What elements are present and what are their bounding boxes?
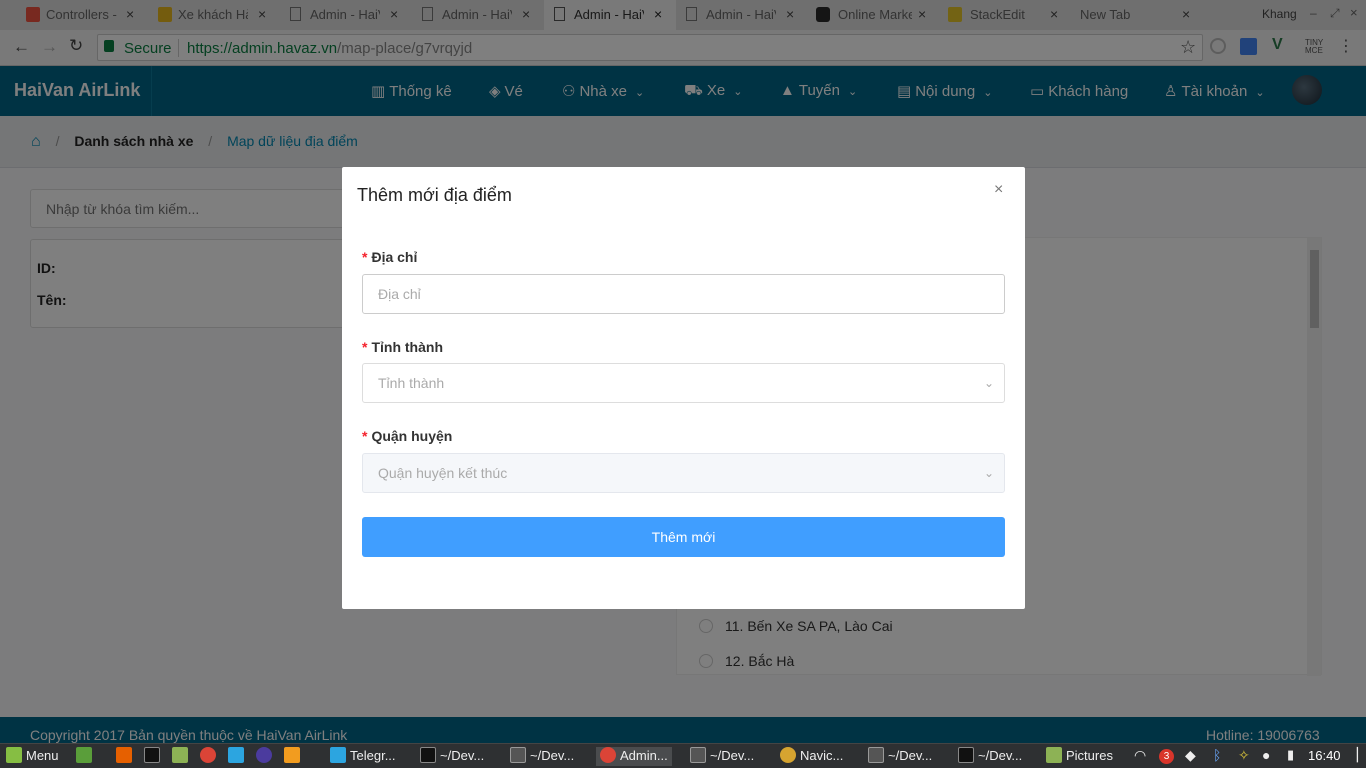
user-switch-icon[interactable]: ●: [1262, 747, 1270, 766]
start-menu-button[interactable]: Menu: [6, 747, 59, 766]
bluetooth-icon[interactable]: ᛒ: [1213, 747, 1221, 766]
terminal-icon: [420, 747, 436, 763]
terminal-icon: [958, 747, 974, 763]
firefox-icon: [116, 747, 132, 763]
desktop-icon: [76, 747, 92, 763]
telegram-icon: [330, 747, 346, 763]
sublime-launcher[interactable]: [284, 747, 304, 766]
window-label: ~/Dev...: [710, 748, 755, 763]
sublime-icon: [284, 747, 300, 763]
window-label: Admin...: [620, 748, 668, 763]
shield-icon[interactable]: ◆: [1185, 747, 1196, 766]
chrome-icon: [600, 747, 616, 763]
folder-icon: [172, 747, 188, 763]
address-label: * Địa chỉ: [362, 249, 417, 265]
window-label: Telegr...: [350, 748, 396, 763]
add-place-modal: Thêm mới địa điểm × *Địa chỉ *Tỉnh thành…: [342, 167, 1025, 609]
show-desktop-corner[interactable]: ▕: [1348, 747, 1358, 766]
firefox-launcher[interactable]: [116, 747, 136, 766]
taskbar-window[interactable]: Navic...: [780, 747, 843, 766]
chrome-launcher[interactable]: [200, 747, 220, 766]
telegram-launcher[interactable]: [228, 747, 248, 766]
address-label-text: Địa chỉ: [371, 249, 418, 265]
terminal-icon: [144, 747, 160, 763]
terminal-launcher[interactable]: [144, 747, 164, 766]
taskbar-window[interactable]: ~/Dev...: [420, 747, 484, 766]
wifi-icon[interactable]: ◠: [1134, 747, 1146, 766]
eclipse-icon: [256, 747, 272, 763]
sublime-window-icon: [868, 747, 884, 763]
sublime-window-icon: [690, 747, 706, 763]
chevron-down-icon: ⌄: [983, 466, 994, 480]
taskbar-window[interactable]: ~/Dev...: [868, 747, 932, 766]
taskbar-window[interactable]: ~/Dev...: [690, 747, 754, 766]
district-label-text: Quận huyện: [371, 428, 453, 444]
window-label: ~/Dev...: [978, 748, 1023, 763]
navicat-icon: [780, 747, 796, 763]
network-icon[interactable]: ✧: [1238, 747, 1250, 766]
notification-badge[interactable]: 3: [1159, 749, 1174, 764]
taskbar-window[interactable]: ~/Dev...: [510, 747, 574, 766]
os-taskbar: Menu Telegr... ~/Dev... ~/Dev... Admin..…: [0, 743, 1366, 768]
district-placeholder: Quận huyện kết thúc: [378, 465, 508, 481]
window-label: Navic...: [800, 748, 844, 763]
taskbar-window[interactable]: Telegr...: [330, 747, 396, 766]
eclipse-launcher[interactable]: [256, 747, 276, 766]
required-mark: *: [362, 339, 368, 355]
window-label: Pictures: [1066, 748, 1113, 763]
add-new-button[interactable]: Thêm mới: [362, 517, 1005, 557]
window-label: ~/Dev...: [888, 748, 933, 763]
province-select[interactable]: Tỉnh thành ⌄: [362, 363, 1005, 403]
province-label-text: Tỉnh thành: [371, 339, 443, 355]
battery-icon[interactable]: ▮: [1287, 747, 1294, 766]
modal-title: Thêm mới địa điểm: [357, 185, 512, 205]
taskbar-window[interactable]: Pictures: [1046, 747, 1113, 766]
window-label: ~/Dev...: [530, 748, 575, 763]
province-placeholder: Tỉnh thành: [378, 375, 445, 391]
files-launcher[interactable]: [172, 747, 192, 766]
sublime-window-icon: [510, 747, 526, 763]
chevron-down-icon: ⌄: [983, 376, 994, 390]
mint-logo-icon: [6, 747, 22, 763]
menu-label: Menu: [26, 748, 59, 763]
folder-icon: [1046, 747, 1062, 763]
telegram-icon: [228, 747, 244, 763]
taskbar-window-active[interactable]: Admin...: [596, 747, 672, 766]
chrome-icon: [200, 747, 216, 763]
show-desktop-icon[interactable]: [76, 747, 96, 766]
taskbar-window[interactable]: ~/Dev...: [958, 747, 1022, 766]
district-select[interactable]: Quận huyện kết thúc ⌄: [362, 453, 1005, 493]
clock[interactable]: 16:40: [1308, 748, 1341, 763]
province-label: * Tỉnh thành: [362, 339, 443, 355]
close-icon[interactable]: ×: [994, 181, 1003, 199]
required-mark: *: [362, 428, 368, 444]
district-label: * Quận huyện: [362, 428, 452, 444]
address-input[interactable]: [362, 274, 1005, 314]
required-mark: *: [362, 249, 368, 265]
window-label: ~/Dev...: [440, 748, 485, 763]
